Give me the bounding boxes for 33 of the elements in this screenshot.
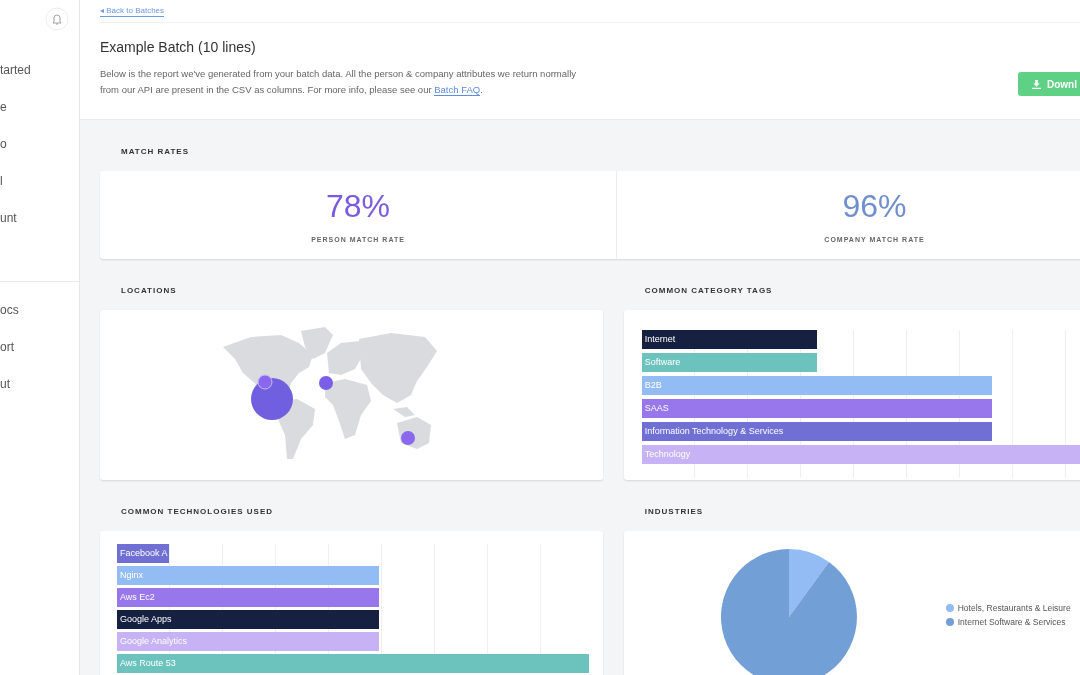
bar: Information Technology & Services	[641, 422, 992, 441]
download-icon	[1032, 79, 1041, 89]
nav-item[interactable]: ort	[0, 339, 14, 355]
section-title: COMMON CATEGORY TAGS	[643, 285, 774, 296]
page-title: Example Batch (10 lines)	[100, 38, 257, 56]
nav-item[interactable]: l	[0, 173, 3, 189]
nav-item[interactable]: o	[0, 136, 7, 152]
nav-item[interactable]: tarted	[0, 62, 31, 78]
nav-item[interactable]: ut	[0, 376, 10, 392]
section-title: COMMON TECHNOLOGIES USED	[120, 506, 274, 517]
nav-item[interactable]: ocs	[0, 302, 19, 318]
bar: Internet	[641, 330, 817, 349]
rate-value: 78%	[325, 188, 390, 224]
section-title: MATCH RATES	[120, 146, 191, 157]
bar: Google Apps	[117, 610, 380, 629]
bar: Facebook A	[117, 544, 170, 563]
bar: B2B	[641, 376, 992, 395]
bar: Aws Route 53	[117, 654, 589, 673]
bar: Nginx	[117, 566, 380, 585]
bell-icon[interactable]	[45, 7, 69, 31]
rate-value: 96%	[842, 188, 907, 224]
bar: Software	[641, 353, 817, 372]
bar: Aws Ec2	[117, 588, 380, 607]
nav-item[interactable]: unt	[0, 210, 17, 226]
section-title: LOCATIONS	[120, 285, 178, 296]
bar: SAAS	[641, 399, 992, 418]
legend-label: Internet Software & Services	[957, 617, 1066, 627]
section-title: INDUSTRIES	[643, 506, 705, 517]
description-text: Below is the report we've generated from your batch data. All the person & company attributes we return normally from our API are present in the CSV as columns. For more info, please see our Batch FAQ.	[100, 67, 577, 98]
bar: Google Analytics	[117, 632, 380, 651]
nav-item[interactable]: e	[0, 99, 7, 115]
legend-label: Hotels, Restaurants & Leisure	[957, 603, 1071, 613]
bar: Technology	[641, 445, 1080, 464]
